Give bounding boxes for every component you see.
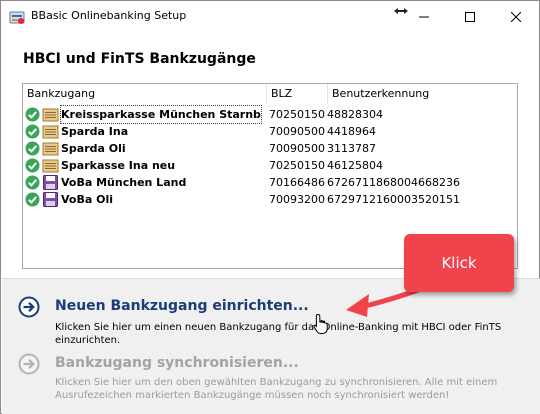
bank-app-icon [9,11,25,24]
maximize-button[interactable] [447,1,493,32]
row-bank-name: Sparda Ina [61,125,129,138]
callout-label: Klick [441,254,477,272]
row-user-id: 3113787 [327,142,376,155]
row-user-id: 4418964 [327,125,376,138]
sync-bank-access-link[interactable]: Bankzugang synchronisieren... [55,355,299,371]
maximize-icon [465,11,475,22]
row-bank-name: Kreissparkasse München Starnberg ... [60,105,262,124]
column-header-bankzugang[interactable]: Bankzugang [23,84,266,104]
row-user-id: 46125804 [327,159,383,172]
list-row[interactable]: Sparda Ina 70090500 4418964 [23,123,517,140]
new-bank-access-link[interactable]: Neuen Bankzugang einrichten... [55,298,309,314]
click-annotation-callout: Klick [404,234,514,292]
arrow-right-circle-icon [18,296,40,318]
check-icon [25,107,40,122]
actions-panel: Neuen Bankzugang einrichten... Klicken S… [2,278,540,414]
check-icon [25,141,40,156]
close-button[interactable] [493,1,539,32]
column-header-benutzerkennung[interactable]: Benutzerkennung [328,84,517,104]
row-bank-name: Sparda Oli [61,142,126,155]
row-blz: 70090500 [269,142,325,155]
row-blz: 70166486 [269,176,325,189]
folder-card-icon [42,125,59,139]
minimize-icon [419,16,429,17]
sync-bank-access-description: Klicken Sie hier um den oben gewählten B… [55,377,498,401]
folder-card-icon [42,108,59,122]
check-icon [25,158,40,173]
row-blz: 70093200 [269,193,325,206]
list-header: Bankzugang BLZ Benutzerkennung [23,84,517,104]
minimize-button[interactable] [401,1,447,32]
folder-card-icon [42,142,59,156]
title-bar[interactable]: BBasic Onlinebanking Setup [1,1,539,32]
window-title: BBasic Onlinebanking Setup [31,9,187,22]
hand-pointer-icon [313,313,328,334]
list-row[interactable]: Sparkasse Ina neu 70250150 46125804 [23,157,517,174]
row-bank-name: VoBa München Land [61,176,187,189]
row-blz: 70250150 [269,108,325,121]
row-user-id: 6729712160003520151 [327,193,460,206]
folder-card-icon [42,159,59,173]
list-row[interactable]: Sparda Oli 70090500 3113787 [23,140,517,157]
close-icon [511,11,521,22]
row-user-id: 6726711868004668236 [327,176,460,189]
check-icon [25,192,40,207]
arrow-right-circle-icon [18,353,40,375]
row-blz: 70090500 [269,125,325,138]
setup-window: BBasic Onlinebanking Setup HBCI und FinT… [0,0,540,414]
list-row[interactable]: VoBa Oli 70093200 6729712160003520151 [23,191,517,208]
list-row[interactable]: Kreissparkasse München Starnberg ... 702… [23,105,517,124]
row-bank-name: Sparkasse Ina neu [61,159,176,172]
check-icon [25,175,40,190]
check-icon [25,124,40,139]
row-blz: 70250150 [269,159,325,172]
row-bank-name: VoBa Oli [61,193,113,206]
new-bank-access-description: Klicken Sie hier um einen neuen Bankzuga… [55,322,502,346]
list-row[interactable]: VoBa München Land 70166486 6726711868004… [23,174,517,191]
row-user-id: 48828304 [327,108,383,121]
column-header-blz[interactable]: BLZ [267,84,327,104]
floppy-disk-icon [43,192,58,207]
page-heading: HBCI und FinTS Bankzugänge [23,51,256,67]
floppy-disk-icon [43,175,58,190]
